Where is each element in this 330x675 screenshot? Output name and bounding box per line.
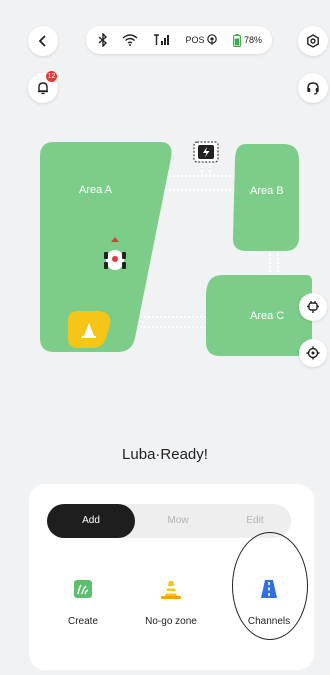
- mode-tabs: Add Mow Edit: [47, 504, 291, 538]
- chevron-left-icon: [38, 35, 46, 47]
- back-button[interactable]: [28, 26, 58, 56]
- status-bar: POS 78%: [86, 26, 272, 54]
- channels-label: Channels: [247, 616, 291, 627]
- settings-button[interactable]: [298, 26, 328, 56]
- battery-icon: [233, 33, 241, 47]
- area-b-shape[interactable]: [232, 144, 299, 251]
- no-go-zone-label: No-go zone: [145, 616, 197, 627]
- headset-icon: [307, 82, 319, 95]
- return-to-dock-button[interactable]: [299, 293, 327, 321]
- create-area-icon: [74, 580, 92, 598]
- tab-edit[interactable]: Edit: [219, 504, 291, 538]
- rtk-signal-icon: [207, 34, 218, 45]
- create-tool-button[interactable]: Create: [43, 579, 123, 627]
- map-canvas[interactable]: [0, 120, 330, 380]
- area-b-label: Area B: [250, 185, 284, 197]
- no-go-marker-icon[interactable]: [68, 311, 111, 348]
- create-label: Create: [67, 616, 98, 627]
- wifi-icon: [123, 34, 138, 46]
- no-go-zone-tool-button[interactable]: No-go zone: [131, 579, 211, 627]
- bluetooth-icon: [98, 33, 108, 47]
- bell-icon: [38, 82, 48, 95]
- traffic-cone-icon: [161, 581, 181, 599]
- area-c-label: Area C: [250, 310, 285, 322]
- battery-level: 78%: [243, 35, 262, 45]
- tab-mow[interactable]: Mow: [141, 504, 215, 538]
- support-button[interactable]: [298, 73, 328, 103]
- road-channel-icon: [261, 580, 277, 598]
- charging-station-icon[interactable]: [193, 141, 219, 163]
- channels-tool-button[interactable]: Channels: [229, 579, 309, 627]
- dock-plug-icon: [307, 301, 319, 313]
- cellular-signal-icon: [153, 34, 169, 45]
- locate-button[interactable]: [299, 339, 327, 367]
- settings-icon: [307, 34, 319, 48]
- area-a-label: Area A: [79, 184, 113, 196]
- crosshair-icon: [306, 346, 320, 360]
- notification-badge: 12: [46, 71, 57, 82]
- pos-label: POS: [185, 35, 205, 45]
- robot-status-text: Luba·Ready!: [122, 446, 208, 463]
- edit-panel: Add Mow Edit Create No-go zone Channels: [29, 484, 314, 670]
- tab-add[interactable]: Add: [47, 504, 135, 538]
